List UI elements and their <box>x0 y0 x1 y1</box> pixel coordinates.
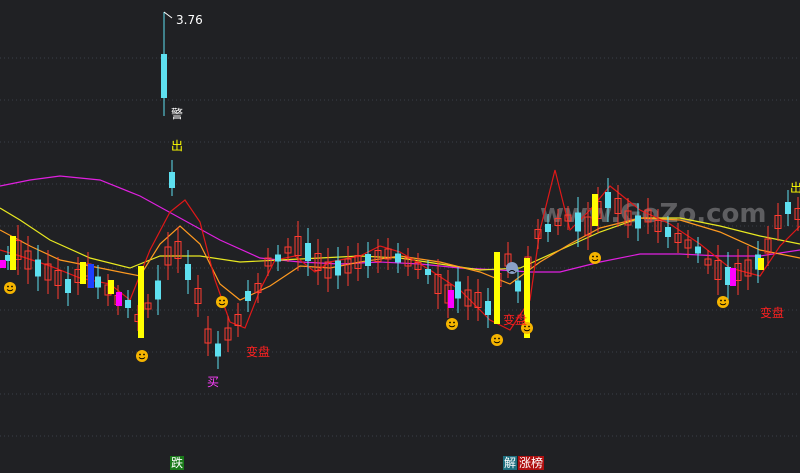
signal-bar <box>88 264 94 288</box>
signal-bar <box>758 258 764 270</box>
bottom-tag-limitup: 涨榜 <box>518 456 545 470</box>
annotation-change3: 变盘 <box>760 305 784 320</box>
candle-body <box>635 215 641 229</box>
candle-body <box>215 343 221 357</box>
smiley-icon <box>4 282 16 294</box>
candle-body <box>455 281 461 299</box>
smiley-face <box>446 318 458 330</box>
candle-body <box>275 254 281 262</box>
smiley-face <box>491 334 503 346</box>
candle-body <box>335 260 341 276</box>
smiley-face <box>216 296 228 308</box>
annotation-warn: 警 <box>171 106 183 121</box>
signal-bar <box>116 292 122 306</box>
candle-body <box>665 227 671 237</box>
smiley-eye <box>453 321 455 324</box>
smiley-eye <box>139 353 141 356</box>
smiley-eye <box>720 299 722 302</box>
signal-bar <box>730 268 736 286</box>
candle-body <box>35 259 41 277</box>
max-price-label: 3.76 <box>176 13 203 27</box>
candle-body <box>245 291 251 301</box>
candle-body <box>785 202 791 214</box>
smiley-icon <box>491 334 503 346</box>
signal-bar <box>448 290 454 308</box>
annotation-change1: 变盘 <box>246 344 270 359</box>
candle-body <box>95 276 101 288</box>
spike-candle-body <box>161 54 167 98</box>
annotation-out2: 出 <box>790 181 800 195</box>
smiley-eye <box>592 255 594 258</box>
smiley-face <box>136 350 148 362</box>
candle-body <box>395 253 401 263</box>
smiley-eye <box>494 337 496 340</box>
smiley-icon <box>446 318 458 330</box>
watermark: www.GoZo.com <box>540 199 766 229</box>
smiley-eye <box>449 321 451 324</box>
candlestick-chart: www.GoZo.com 警出买变盘变盘 变盘出 3.76 <box>0 0 800 473</box>
signal-bar <box>108 280 114 294</box>
smiley-eye <box>219 299 221 302</box>
chart-background <box>0 0 800 473</box>
smiley-face <box>589 252 601 264</box>
candle-body <box>155 280 161 300</box>
signal-bar <box>0 260 6 268</box>
candle-body <box>185 264 191 280</box>
smiley-eye <box>7 285 9 288</box>
smiley-icon <box>589 252 601 264</box>
candle-body <box>305 243 311 261</box>
smiley-face <box>4 282 16 294</box>
candle-body <box>65 279 71 293</box>
signal-bar <box>138 266 144 338</box>
smiley-eye <box>223 299 225 302</box>
candle-body <box>125 300 131 308</box>
candle-body <box>575 212 581 232</box>
smiley-icon <box>717 296 729 308</box>
sad-face <box>506 262 518 274</box>
annotation-buy: 买 <box>207 375 219 389</box>
smiley-face <box>717 296 729 308</box>
candle-body <box>425 269 431 275</box>
smiley-icon <box>216 296 228 308</box>
smiley-eye <box>596 255 598 258</box>
smiley-eye <box>724 299 726 302</box>
signal-bar <box>494 252 500 324</box>
smiley-eye <box>143 353 145 356</box>
sad-face-icon <box>506 262 518 274</box>
candle-body <box>365 254 371 266</box>
bottom-tag-solve: 解 <box>503 456 518 470</box>
bottom-tag-fall: 跌 <box>170 456 185 470</box>
candle-body <box>545 224 551 232</box>
smiley-icon <box>136 350 148 362</box>
signal-bar <box>80 262 86 284</box>
annotation-change2: 变盘 <box>503 312 527 327</box>
signal-bar <box>592 194 598 226</box>
signal-bar <box>10 236 16 270</box>
smiley-eye <box>11 285 13 288</box>
candle-body <box>515 280 521 292</box>
annotation-out1: 出 <box>171 139 183 153</box>
candle-body <box>485 301 491 315</box>
spike-candle-body <box>169 172 175 188</box>
candle-body <box>605 192 611 208</box>
smiley-eye <box>528 325 530 328</box>
candle-body <box>695 246 701 254</box>
smiley-eye <box>498 337 500 340</box>
